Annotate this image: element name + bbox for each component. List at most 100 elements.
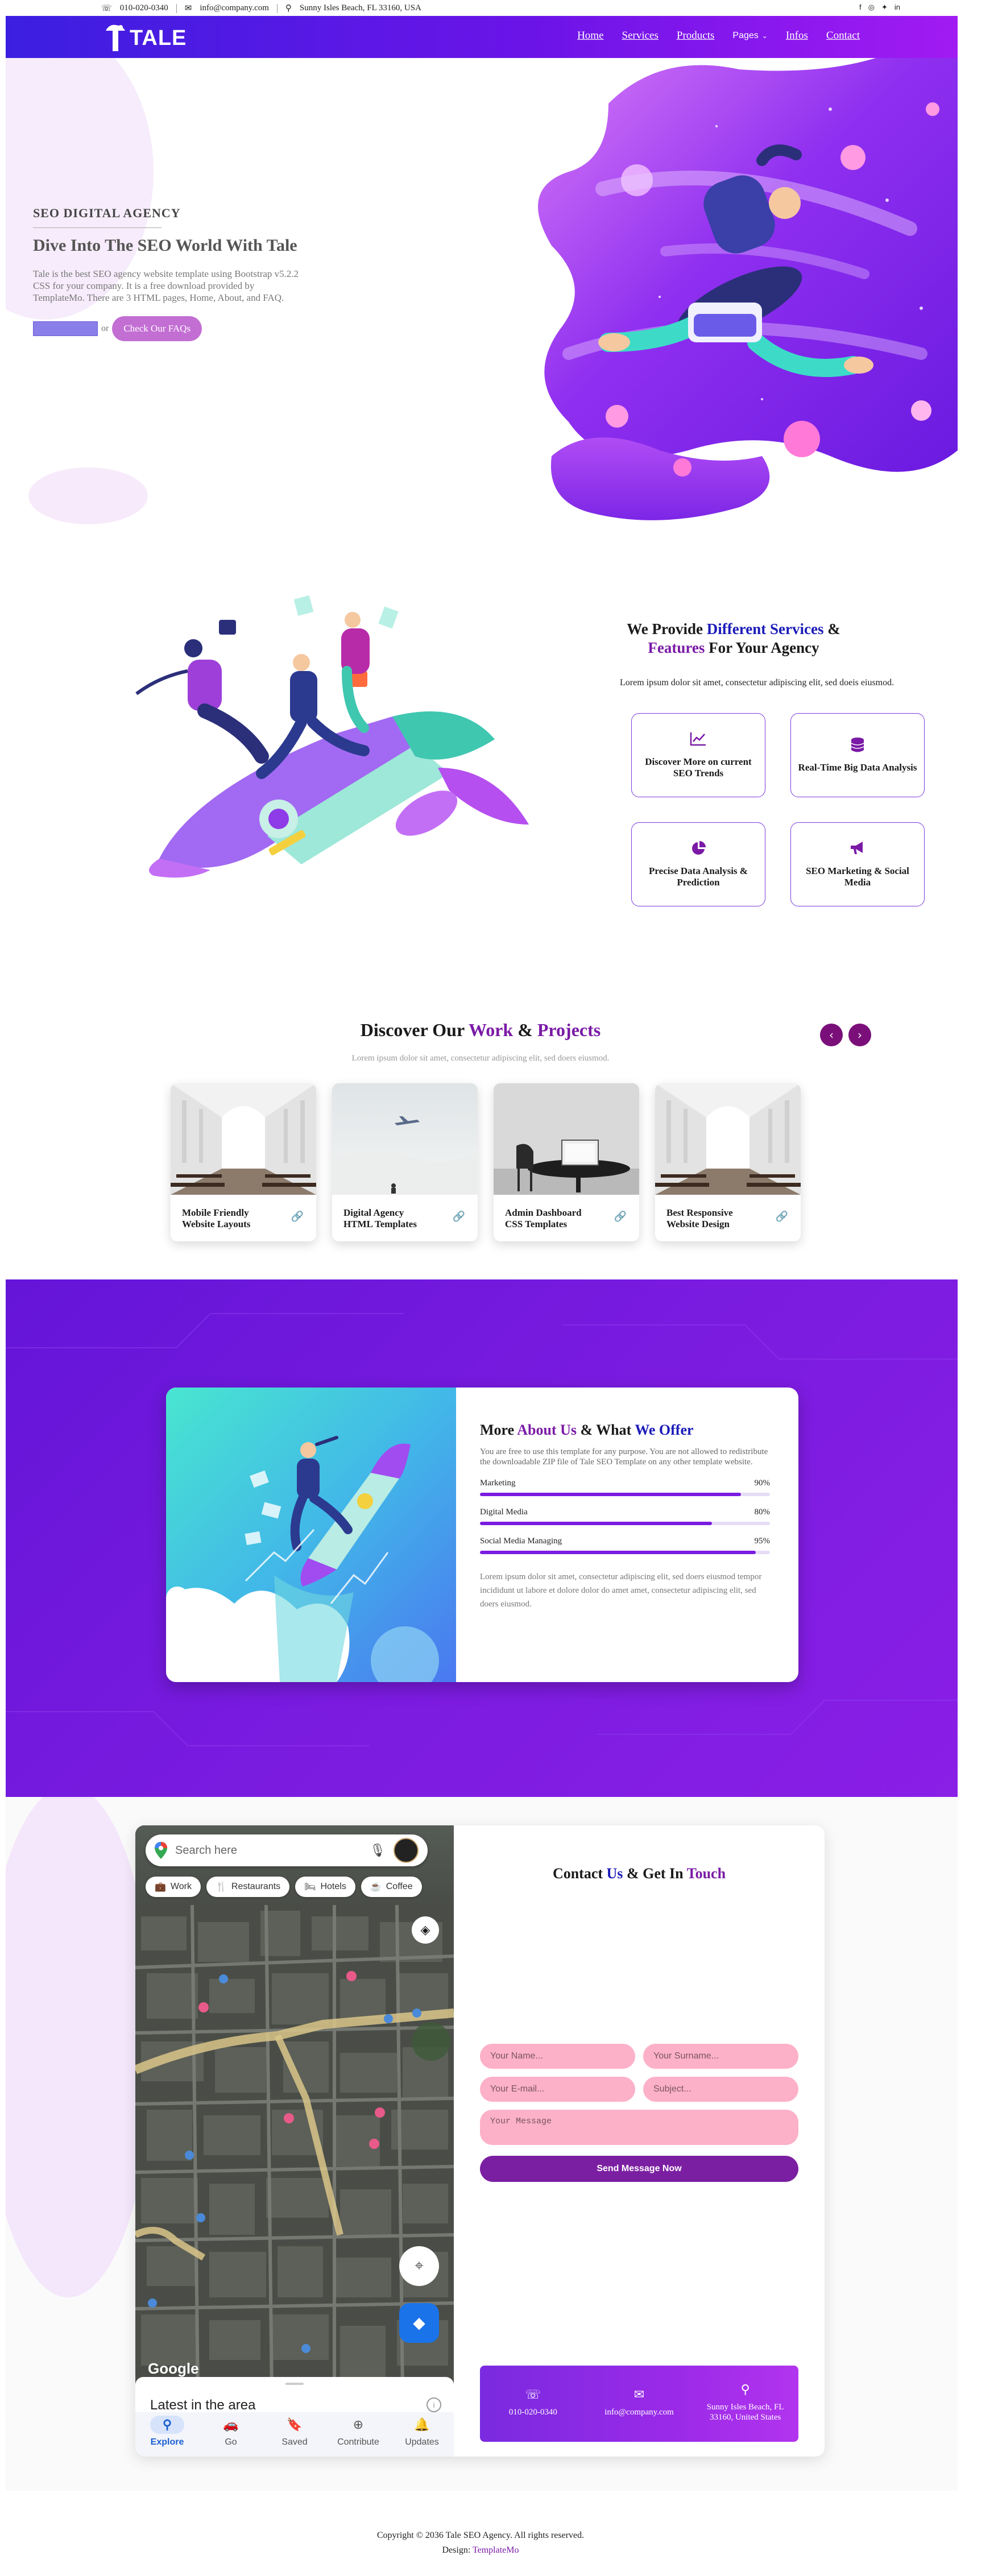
- hero-section: SEO DIGITAL AGENCY Dive Into The SEO Wor…: [6, 58, 958, 553]
- contact-address: ⚲ Sunny Isles Beach, FL 33160, United St…: [697, 2384, 794, 2422]
- service-card-label: SEO Marketing & Social Media: [806, 865, 909, 888]
- drag-handle[interactable]: [285, 2383, 304, 2385]
- map-search-bar[interactable]: Search here 🎙: [146, 1834, 428, 1866]
- project-card[interactable]: Best Responsive Website Design 🔗: [655, 1083, 801, 1241]
- project-label: Mobile Friendly Website Layouts: [182, 1207, 251, 1229]
- tab-updates[interactable]: 🔔 Updates: [394, 2416, 450, 2457]
- title-text: &: [513, 1020, 537, 1040]
- name-field[interactable]: [480, 2044, 635, 2069]
- chip-label: Coffee: [386, 1882, 413, 1891]
- or-label: or: [101, 324, 109, 333]
- hero-actions: or Check Our FAQs: [33, 316, 300, 341]
- tab-go[interactable]: 🚗 Go: [202, 2416, 259, 2457]
- database-icon: [851, 737, 864, 754]
- chip-coffee[interactable]: ☕ Coffee: [361, 1877, 422, 1897]
- hero-description: Tale is the best SEO agency website temp…: [33, 268, 299, 303]
- map-category-chips: 💼 Work 🍴 Restaurants 🛏 Hotels ☕ Coffee: [146, 1877, 422, 1897]
- megaphone-icon: [849, 840, 866, 858]
- map-widget[interactable]: Search here 🎙 💼 Work 🍴 Restaurants 🛏 Hotels…: [135, 1825, 454, 2457]
- project-card[interactable]: Mobile Friendly Website Layouts 🔗: [171, 1083, 316, 1241]
- chip-hotels[interactable]: 🛏 Hotels: [295, 1877, 355, 1897]
- top-info-bar: ☏ 010-020-0340 ✉ info@company.com ⚲ Sunn…: [0, 0, 998, 16]
- chip-label: Restaurants: [231, 1882, 281, 1891]
- twitter-icon[interactable]: ✦: [881, 3, 888, 12]
- chip-work[interactable]: 💼 Work: [146, 1877, 201, 1897]
- service-card-big-data[interactable]: Real-Time Big Data Analysis: [790, 713, 925, 797]
- chart-line-icon: [690, 731, 707, 748]
- map-search-input[interactable]: Search here: [175, 1844, 362, 1857]
- carousel-prev-button[interactable]: ‹: [820, 1024, 843, 1046]
- project-card[interactable]: Admin Dashboard CSS Templates 🔗: [494, 1083, 639, 1241]
- decorative-blob: [28, 467, 148, 524]
- email-field[interactable]: [480, 2077, 635, 2102]
- project-card[interactable]: Digital Agency HTML Templates 🔗: [332, 1083, 478, 1241]
- progress-fill: [480, 1551, 756, 1554]
- microphone-icon[interactable]: 🎙: [370, 1843, 386, 1858]
- tab-saved[interactable]: 🔖 Saved: [266, 2416, 323, 2457]
- templatemo-link[interactable]: TemplateMo: [473, 2545, 519, 2555]
- skill-percent: 90%: [754, 1478, 771, 1488]
- title-text: Discover Our: [360, 1020, 469, 1040]
- mail-icon: ✉: [633, 2388, 645, 2402]
- nav-contact[interactable]: Contact: [826, 30, 860, 42]
- faq-button[interactable]: Check Our FAQs: [112, 316, 202, 341]
- coffee-icon: ☕: [370, 1882, 382, 1892]
- title-highlight: Projects: [537, 1020, 601, 1040]
- subject-field[interactable]: [643, 2077, 798, 2102]
- linkedin-icon[interactable]: in: [895, 3, 900, 12]
- directions-button[interactable]: ◆: [399, 2303, 439, 2343]
- contact-email-text[interactable]: info@company.com: [604, 2407, 674, 2417]
- link-icon[interactable]: 🔗: [614, 1211, 627, 1223]
- topbar-phone: 010-020-0340: [119, 3, 168, 13]
- nav-pages-dropdown[interactable]: Pages ⌄: [732, 31, 767, 41]
- bed-icon: 🛏: [304, 1882, 316, 1892]
- chevron-down-icon: ⌄: [761, 32, 768, 40]
- surname-field[interactable]: [643, 2044, 798, 2069]
- nav-home[interactable]: Home: [577, 30, 603, 42]
- link-icon[interactable]: 🔗: [453, 1211, 465, 1223]
- send-message-button[interactable]: Send Message Now: [480, 2156, 798, 2182]
- pie-chart-icon: [690, 840, 706, 858]
- service-card-data-analysis[interactable]: Precise Data Analysis & Prediction: [631, 822, 765, 906]
- skill-percent: 95%: [754, 1537, 771, 1546]
- chip-label: Hotels: [320, 1882, 346, 1891]
- service-card-seo-marketing[interactable]: SEO Marketing & Social Media: [790, 822, 925, 906]
- bookmark-icon: 🔖: [287, 2417, 303, 2432]
- design-label: Design:: [442, 2545, 473, 2555]
- info-icon[interactable]: i: [426, 2397, 441, 2412]
- link-icon[interactable]: 🔗: [776, 1211, 788, 1223]
- contact-address-text: Sunny Isles Beach, FL 33160, United Stat…: [706, 2403, 784, 2422]
- nav-infos[interactable]: Infos: [786, 30, 808, 42]
- skill-digital-media: Digital Media 80%: [480, 1508, 770, 1525]
- car-icon: 🚗: [223, 2417, 239, 2432]
- title-highlight: Work: [468, 1020, 514, 1040]
- carousel-next-button[interactable]: ›: [848, 1024, 871, 1046]
- message-field[interactable]: [480, 2110, 798, 2145]
- layers-button[interactable]: ◈: [412, 1916, 439, 1944]
- primary-button[interactable]: [33, 321, 98, 336]
- chip-restaurants[interactable]: 🍴 Restaurants: [206, 1877, 290, 1897]
- title-text: For Your Agency: [705, 639, 819, 656]
- tab-label: Contribute: [337, 2437, 379, 2447]
- avatar[interactable]: [394, 1838, 419, 1863]
- nav-services[interactable]: Services: [622, 30, 659, 42]
- topbar-email[interactable]: info@company.com: [200, 3, 269, 13]
- tab-contribute[interactable]: ⊕ Contribute: [330, 2416, 387, 2457]
- facebook-icon[interactable]: f: [859, 3, 862, 12]
- logo[interactable]: TALE: [103, 23, 187, 53]
- briefcase-icon: 💼: [155, 1882, 166, 1892]
- title-text: &: [823, 620, 840, 637]
- skill-marketing: Marketing 90%: [480, 1478, 770, 1496]
- contact-phone-text[interactable]: 010-020-0340: [509, 2407, 557, 2417]
- nav-products[interactable]: Products: [677, 30, 715, 42]
- progress-track: [480, 1551, 770, 1554]
- hero-kicker: SEO DIGITAL AGENCY: [33, 206, 181, 220]
- hero-illustration: [538, 58, 958, 520]
- tab-explore[interactable]: ⚲ Explore: [139, 2416, 196, 2457]
- service-card-seo-trends[interactable]: Discover More on current SEO Trends: [631, 713, 765, 797]
- site-footer: Copyright © 2036 Tale SEO Agency. All ri…: [0, 2528, 961, 2558]
- link-icon[interactable]: 🔗: [291, 1211, 304, 1223]
- instagram-icon[interactable]: ◎: [868, 3, 875, 12]
- my-location-button[interactable]: ⌖: [399, 2246, 439, 2286]
- copyright: Copyright © 2036 Tale SEO Agency. All ri…: [376, 2531, 585, 2540]
